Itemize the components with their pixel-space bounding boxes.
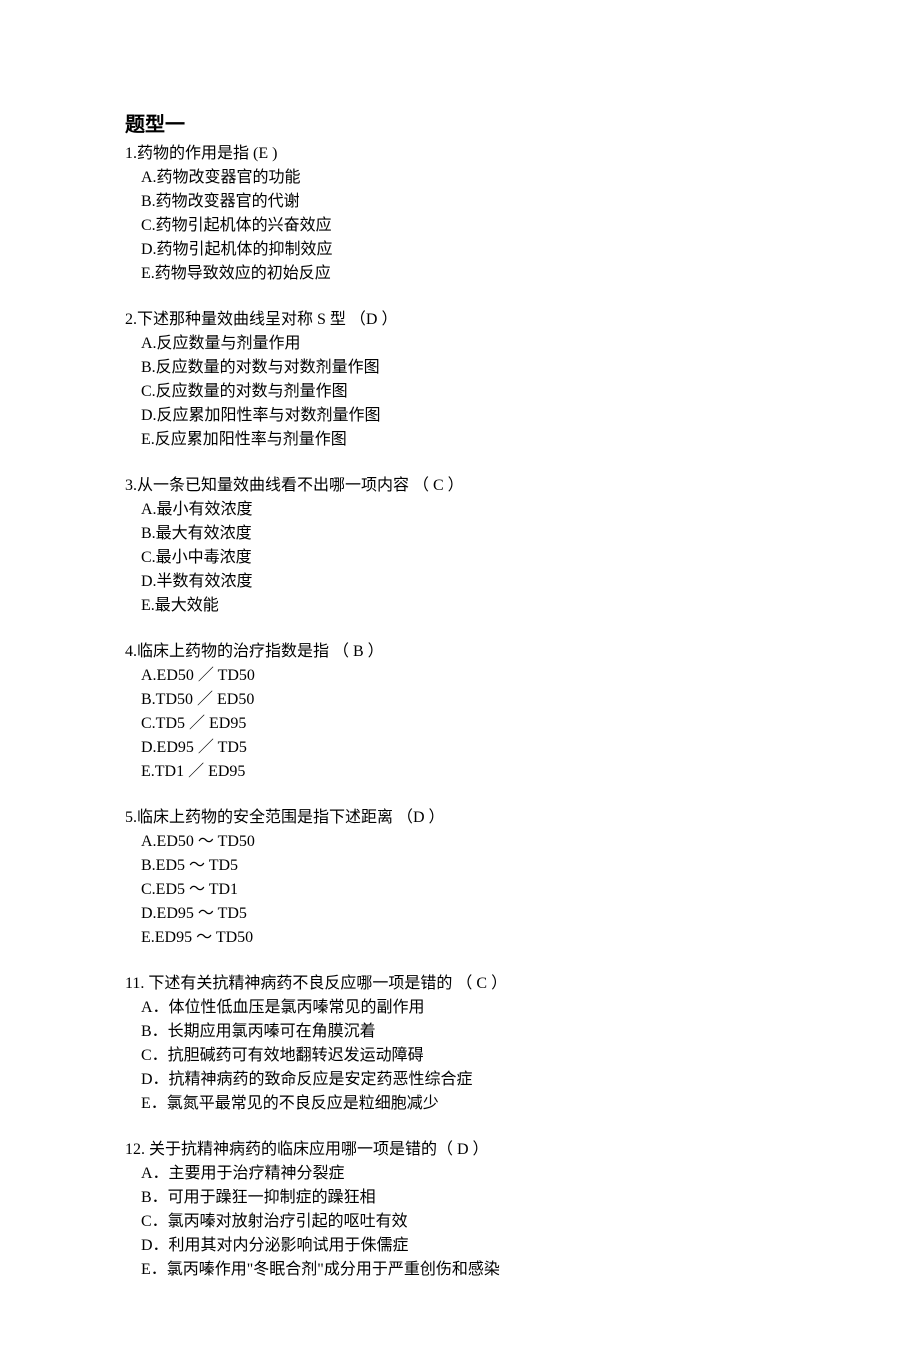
question-option: C.药物引起机体的兴奋效应 [125,214,795,238]
question-3: 3.从一条已知量效曲线看不出哪一项内容 （ C ） A.最小有效浓度 B.最大有… [125,474,795,618]
question-12: 12. 关于抗精神病药的临床应用哪一项是错的（ D ） A．主要用于治疗精神分裂… [125,1138,795,1282]
question-option: C．氯丙嗪对放射治疗引起的呕吐有效 [125,1210,795,1234]
section-title: 题型一 [125,110,795,140]
question-stem: 11. 下述有关抗精神病药不良反应哪一项是错的 （ C ） [125,972,795,996]
question-1: 1.药物的作用是指 (E ) A.药物改变器官的功能 B.药物改变器官的代谢 C… [125,142,795,286]
question-option: E．氯丙嗪作用"冬眠合剂"成分用于严重创伤和感染 [125,1258,795,1282]
question-option: C.最小中毒浓度 [125,546,795,570]
question-option: C.反应数量的对数与剂量作图 [125,380,795,404]
question-option: A.反应数量与剂量作用 [125,332,795,356]
question-option: B．可用于躁狂一抑制症的躁狂相 [125,1186,795,1210]
question-11: 11. 下述有关抗精神病药不良反应哪一项是错的 （ C ） A．体位性低血压是氯… [125,972,795,1116]
question-option: E．氯氮平最常见的不良反应是粒细胞减少 [125,1092,795,1116]
question-option: D．利用其对内分泌影响试用于侏儒症 [125,1234,795,1258]
question-option: C.ED5 ～ TD1 [125,878,795,902]
question-stem: 1.药物的作用是指 (E ) [125,142,795,166]
question-stem: 12. 关于抗精神病药的临床应用哪一项是错的（ D ） [125,1138,795,1162]
question-stem: 3.从一条已知量效曲线看不出哪一项内容 （ C ） [125,474,795,498]
question-option: B．长期应用氯丙嗪可在角膜沉着 [125,1020,795,1044]
question-option: C.TD5 ／ ED95 [125,712,795,736]
question-option: E.TD1 ／ ED95 [125,760,795,784]
question-option: A.最小有效浓度 [125,498,795,522]
question-option: D.ED95 ／ TD5 [125,736,795,760]
document-page: 题型一 1.药物的作用是指 (E ) A.药物改变器官的功能 B.药物改变器官的… [0,0,920,1364]
question-4: 4.临床上药物的治疗指数是指 （ B ） A.ED50 ／ TD50 B.TD5… [125,640,795,784]
question-stem: 4.临床上药物的治疗指数是指 （ B ） [125,640,795,664]
question-option: E.最大效能 [125,594,795,618]
question-2: 2.下述那种量效曲线呈对称 S 型 （D ） A.反应数量与剂量作用 B.反应数… [125,308,795,452]
question-option: A.ED50 ／ TD50 [125,664,795,688]
question-option: B.最大有效浓度 [125,522,795,546]
question-option: A．体位性低血压是氯丙嗪常见的副作用 [125,996,795,1020]
question-option: E.反应累加阳性率与剂量作图 [125,428,795,452]
question-option: E.药物导致效应的初始反应 [125,262,795,286]
question-option: E.ED95 ～ TD50 [125,926,795,950]
question-option: A.ED50 ～ TD50 [125,830,795,854]
question-option: D．抗精神病药的致命反应是安定药恶性综合症 [125,1068,795,1092]
question-option: B.ED5 ～ TD5 [125,854,795,878]
question-stem: 2.下述那种量效曲线呈对称 S 型 （D ） [125,308,795,332]
question-option: C．抗胆碱药可有效地翻转迟发运动障碍 [125,1044,795,1068]
question-option: B.TD50 ／ ED50 [125,688,795,712]
question-option: B.反应数量的对数与对数剂量作图 [125,356,795,380]
question-stem: 5.临床上药物的安全范围是指下述距离 （D ） [125,806,795,830]
question-5: 5.临床上药物的安全范围是指下述距离 （D ） A.ED50 ～ TD50 B.… [125,806,795,950]
question-option: A．主要用于治疗精神分裂症 [125,1162,795,1186]
question-option: A.药物改变器官的功能 [125,166,795,190]
question-option: D.半数有效浓度 [125,570,795,594]
question-option: D.反应累加阳性率与对数剂量作图 [125,404,795,428]
question-option: B.药物改变器官的代谢 [125,190,795,214]
question-option: D.ED95 ～ TD5 [125,902,795,926]
question-option: D.药物引起机体的抑制效应 [125,238,795,262]
